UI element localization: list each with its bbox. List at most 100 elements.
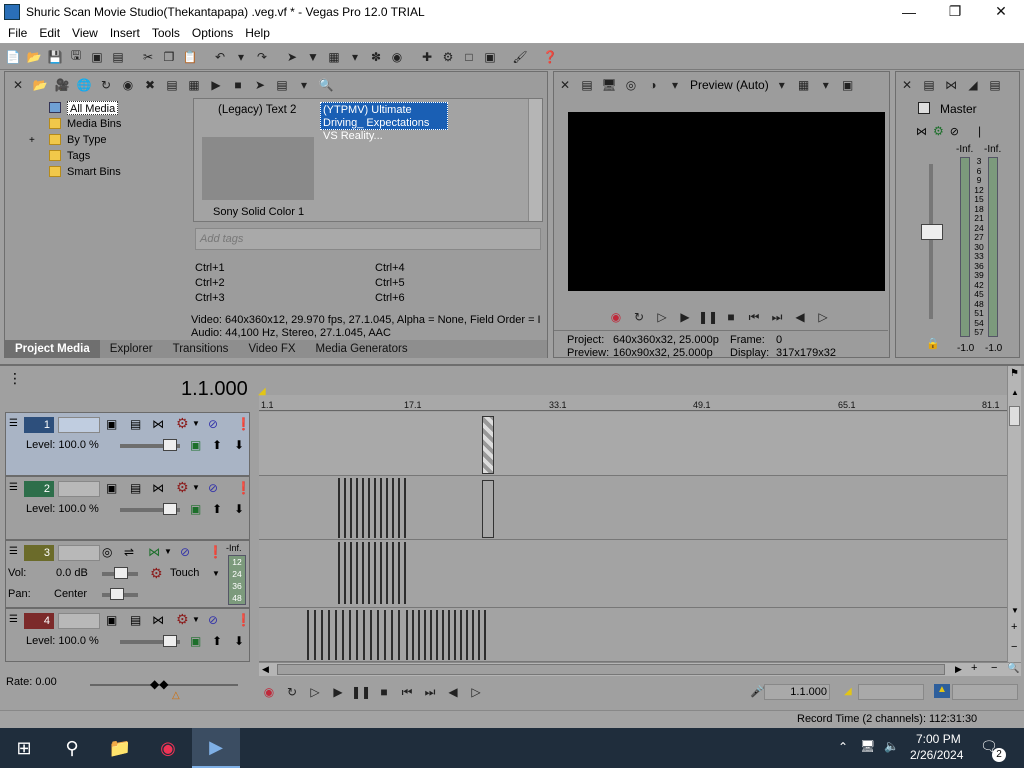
track-fx-icon[interactable]: ⚙ (176, 479, 189, 496)
envelope-edit-tool-icon[interactable]: ▼ (304, 48, 322, 66)
make-compositing-child-icon[interactable]: ⬇ (234, 502, 244, 516)
menu-insert[interactable]: Insert (104, 26, 146, 40)
menu-help[interactable]: Help (239, 26, 276, 40)
go-to-end-icon[interactable]: ⏭ (420, 682, 440, 702)
event-clip-edge[interactable] (380, 478, 382, 538)
fx-icon[interactable]: ◎ (622, 76, 640, 94)
mute-icon[interactable]: ⊘ (208, 417, 218, 431)
tab-video-fx[interactable]: Video FX (238, 340, 305, 358)
event-clip-edge[interactable] (391, 610, 393, 660)
capture-video-icon[interactable]: 🎥 (53, 76, 71, 94)
record-icon[interactable]: ◉ (259, 682, 279, 702)
track-compositing-icon[interactable]: ▤ (130, 417, 141, 431)
event-clip-edge[interactable] (472, 610, 474, 660)
search-media-icon[interactable]: 🔍 (317, 76, 335, 94)
lock-envelopes-icon[interactable]: ◉ (388, 48, 406, 66)
bypass-fx-icon[interactable]: ▣ (190, 438, 201, 452)
timeline-grip-icon[interactable]: ⋮ (8, 370, 22, 387)
media-properties-icon[interactable]: ▤ (163, 76, 181, 94)
views-icon[interactable]: ▤ (273, 76, 291, 94)
mute-icon[interactable]: ⊘ (180, 545, 190, 559)
shortcut-ctrl4[interactable]: Ctrl+4 (375, 262, 405, 274)
track-collapse-icon[interactable]: ☰ (9, 614, 18, 625)
event-clip-edge[interactable] (362, 542, 364, 604)
event-clip-edge[interactable] (374, 542, 376, 604)
tab-explorer[interactable]: Explorer (100, 340, 163, 358)
track-fx-icon[interactable]: ⚙ (176, 611, 189, 628)
track-lane-1[interactable] (259, 412, 1007, 476)
track-collapse-icon[interactable]: ☰ (9, 482, 18, 493)
remove-unused-icon[interactable]: ↻ (97, 76, 115, 94)
arm-record-icon[interactable]: ◎ (102, 545, 112, 559)
undo-icon[interactable]: ↶ (211, 48, 229, 66)
solo-icon[interactable]: ❗ (208, 545, 223, 559)
play-icon[interactable]: ▶ (675, 307, 695, 327)
event-clip-edge[interactable] (314, 610, 316, 660)
solid-color-thumbnail[interactable] (202, 137, 314, 200)
level-slider-thumb[interactable] (163, 439, 177, 451)
solo-icon[interactable]: ❗ (236, 481, 251, 495)
track-fx-chain-icon[interactable]: ⋈ (152, 417, 164, 431)
cursor-time-field[interactable]: 1.1.000 (764, 684, 830, 700)
event-clip-edge[interactable] (344, 478, 346, 538)
tree-all-media[interactable]: All Media (67, 101, 119, 115)
zoom-out-time-icon[interactable]: − (991, 662, 997, 674)
event-clip-edge[interactable] (356, 542, 358, 604)
tab-project-media[interactable]: Project Media (5, 340, 100, 358)
save-as-icon[interactable]: 🖫 (67, 48, 85, 66)
media-item-ytpmv[interactable]: (YTPMV) Ultimate Driving_ Expectations V… (320, 102, 448, 142)
track-lane-3[interactable] (259, 540, 1007, 608)
mute-icon[interactable]: ⊘ (208, 613, 218, 627)
ignore-grouping-icon[interactable]: □ (460, 48, 478, 66)
preview-quality-select[interactable]: Preview (Auto) (690, 78, 769, 92)
shortcut-ctrl1[interactable]: Ctrl+1 (195, 262, 225, 274)
tab-transitions[interactable]: Transitions (163, 340, 239, 358)
mute-icon[interactable]: ⊘ (208, 481, 218, 495)
prev-frame-icon[interactable]: ◀ (443, 682, 463, 702)
make-compositing-child-icon[interactable]: ⬇ (234, 634, 244, 648)
next-frame-icon[interactable]: ▷ (466, 682, 486, 702)
close-preview-icon[interactable]: ✕ (556, 76, 574, 94)
bypass-fx-icon[interactable]: ▣ (190, 502, 201, 516)
media-list-scrollbar[interactable] (528, 99, 542, 221)
loop-icon[interactable]: ↻ (282, 682, 302, 702)
scroll-down-icon[interactable]: ▼ (1011, 606, 1019, 615)
stop-preview-icon[interactable]: ■ (229, 76, 247, 94)
composite-mode-icon[interactable]: ⬆ (212, 502, 222, 516)
track-collapse-icon[interactable]: ☰ (9, 546, 18, 557)
scroll-up-icon[interactable]: ▲ (1011, 388, 1019, 397)
show-hidden-icons[interactable]: ⌃ (838, 740, 848, 754)
fx-dropdown-icon[interactable]: ▼ (192, 483, 200, 492)
pause-icon[interactable]: ❚❚ (698, 307, 718, 327)
copy-snapshot-icon[interactable]: ▣ (839, 76, 857, 94)
pause-icon[interactable]: ❚❚ (351, 682, 371, 702)
mute-icon[interactable]: ⊘ (950, 125, 959, 138)
close-button[interactable]: ✕ (978, 0, 1024, 23)
track-fx-chain-icon[interactable]: ⋈ (148, 545, 160, 559)
track-collapse-icon[interactable]: ☰ (9, 418, 18, 429)
import-media-icon[interactable]: 📂 (31, 76, 49, 94)
timeline-horizontal-scrollbar[interactable]: ◀ ▶ + − 🔍 (259, 662, 1021, 676)
event-clip-edge[interactable] (307, 610, 309, 660)
expand-icon[interactable]: + (29, 135, 35, 146)
event-clip-edge[interactable] (424, 610, 426, 660)
event-clip-edge[interactable] (335, 610, 337, 660)
menu-view[interactable]: View (66, 26, 104, 40)
maximize-button[interactable]: ❐ (932, 0, 978, 23)
media-fx-icon[interactable]: ◉ (119, 76, 137, 94)
vegas-taskbar-icon[interactable]: ▶ (192, 728, 240, 768)
event-clip-edge[interactable] (386, 542, 388, 604)
chrome-icon[interactable]: ◉ (144, 728, 192, 768)
event-clip-edge[interactable] (362, 478, 364, 538)
undo-dropdown-icon[interactable]: ▾ (232, 48, 250, 66)
event-clip-edge[interactable] (392, 478, 394, 538)
event-clip-edge[interactable] (384, 610, 386, 660)
snapping-icon[interactable]: ✚ (418, 48, 436, 66)
volume-icon[interactable]: 🔈 (884, 739, 899, 753)
event-clip-edge[interactable] (342, 610, 344, 660)
open-icon[interactable]: 📂 (25, 48, 43, 66)
get-media-web-icon[interactable]: 🌐 (75, 76, 93, 94)
marker-flag-icon[interactable]: ⚑ (1010, 368, 1019, 379)
shortcut-ctrl2[interactable]: Ctrl+2 (195, 277, 225, 289)
delete-media-icon[interactable]: ✖ (141, 76, 159, 94)
